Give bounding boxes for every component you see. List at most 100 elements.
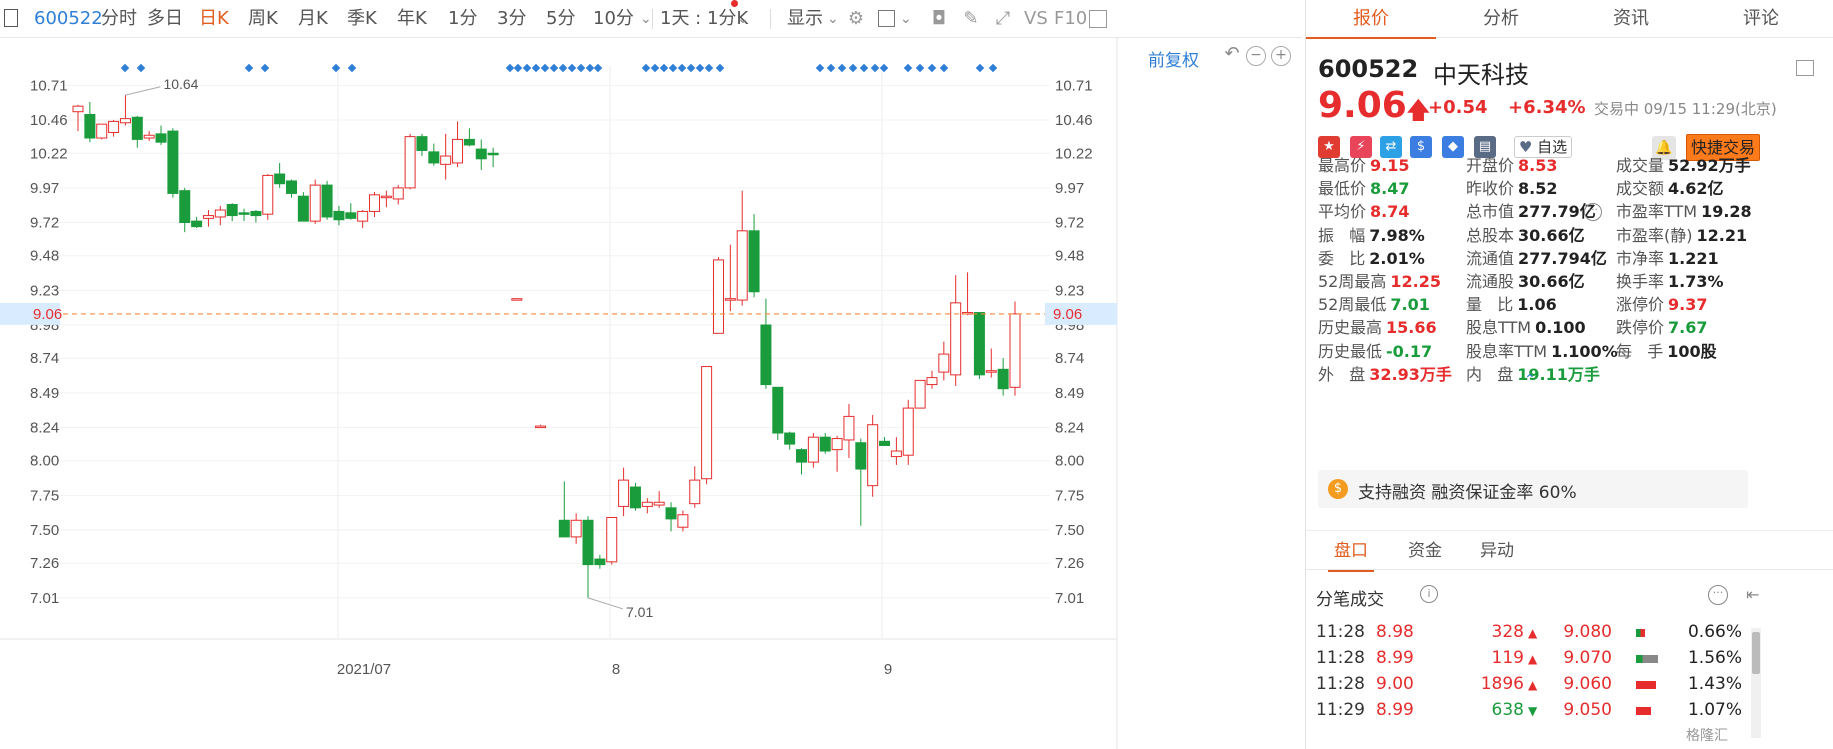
stock-code-label[interactable]: 600522 [34,0,103,38]
stat-item: 52周最低 7.01 [1318,291,1430,315]
chevron-down-icon[interactable]: ⌄ [737,0,749,38]
candle-body [712,259,724,334]
period-tab-intraday[interactable]: 分时 [101,0,137,38]
stat-value: 7.01 [1390,295,1430,315]
candle-body [333,210,345,221]
tick-level-pct: 0.66% [1687,622,1742,642]
period-tab-weekly[interactable]: 周K [248,0,278,38]
tick-level-price: 9.050 [1563,700,1612,720]
zoom-out-icon[interactable]: − [1246,46,1266,66]
period-tab-3min[interactable]: 3分 [497,0,526,38]
margin-info-box: $ 支持融资 融资保证金率 60% [1318,470,1748,508]
collapse-left-icon[interactable]: ⇤ [1746,585,1759,604]
up-arrow-icon: ▲ [1528,652,1538,666]
stat-item: 市盈率(静) 12.21 [1616,222,1747,246]
kline-chart-area[interactable]: 10.71 10.71 10.46 10.46 10.22 10.22 9.97 9.97 9.… [0,38,1302,749]
more-icon[interactable]: ··· [1584,203,1602,221]
candle-body [214,209,226,218]
camera-icon[interactable]: ◘ [928,8,950,30]
reset-icon[interactable]: ↶ [1222,45,1242,66]
tag-icon[interactable]: ◆ [1442,136,1464,158]
candle-body [285,180,297,194]
y-tick-label-right: 8.00 [1055,453,1084,470]
period-tab-5min[interactable]: 5分 [546,0,575,38]
display-menu[interactable]: 显示 [787,0,823,38]
draw-pencil-icon[interactable]: ✎ [960,8,982,30]
y-tick-label-left: 9.23 [30,282,59,299]
candle-body [357,210,369,222]
period-tab-1min[interactable]: 1分 [448,0,477,38]
stat-label: 历史最高 [1318,318,1383,338]
event-marker [686,63,696,73]
event-marker [244,63,254,73]
y-tick-label-right: 7.75 [1055,487,1084,504]
candle-body [96,123,108,139]
notification-dot [731,0,738,7]
candle-body [226,204,238,217]
panel-layout-icon[interactable] [1089,10,1107,28]
chevron-down-icon[interactable]: ⌄ [640,0,652,38]
tab-analysis[interactable]: 分析 [1436,0,1566,38]
event-marker [927,63,937,73]
settings-gear-icon[interactable]: ⚙ [845,8,867,30]
chevron-down-icon[interactable]: ⌄ [900,0,912,38]
tab-orderbook[interactable]: 盘口 [1316,531,1386,572]
tab-movement[interactable]: 异动 [1462,531,1532,571]
tab-quote[interactable]: 报价 [1306,0,1436,39]
y-tick-label-left: 8.24 [30,419,59,436]
tab-news[interactable]: 资讯 [1566,0,1696,38]
period-tab-daily[interactable]: 日K [199,0,229,38]
color-square-icon[interactable] [878,10,895,27]
tick-level-pct: 1.07% [1687,700,1742,720]
y-tick-label-left: 9.48 [30,248,59,265]
tick-volume-bar [1636,681,1656,689]
period-tab-monthly[interactable]: 月K [298,0,328,38]
scrollbar[interactable] [1751,628,1761,738]
sidebar-toggle-icon[interactable] [4,9,18,27]
zoom-in-icon[interactable]: + [1271,46,1291,66]
kline-chart[interactable]: 10.71 10.71 10.46 10.46 10.22 10.22 9.97 9.97 9.… [0,38,1302,749]
stat-label: 量 比 [1466,295,1514,315]
candle-body [463,138,475,146]
dollar-icon[interactable]: $ [1410,136,1432,158]
f10-button[interactable]: F10 [1054,0,1087,38]
candle-body [831,438,843,451]
compare-vs-button[interactable]: VS [1024,0,1048,38]
stat-item: 历史最高 15.66 [1318,314,1437,338]
adjust-forward-button[interactable]: 前复权 [1148,46,1199,71]
candle-body [570,519,582,538]
tick-trades-title: 分笔成交 [1316,590,1384,610]
stat-value: 9.37 [1668,295,1708,315]
candle-body [641,501,653,507]
chevron-up-icon[interactable]: ⌃ [1524,372,1536,388]
event-marker [549,63,559,73]
layout-icon[interactable] [1796,60,1814,76]
stat-value: 8.53 [1518,156,1558,175]
more-icon[interactable]: ··· [1708,585,1728,605]
tab-comments[interactable]: 评论 [1696,0,1826,38]
stat-value: 1.221 [1668,248,1719,268]
stat-item: 流通股 30.66亿 [1466,268,1585,292]
fullscreen-icon[interactable]: ⤢ [992,8,1014,30]
period-tab-multiday[interactable]: 多日 [147,0,183,38]
period-tab-quarterly[interactable]: 季K [347,0,377,38]
toolbar-divider [652,9,653,29]
margin-text: 支持融资 融资保证金率 60% [1358,483,1577,503]
period-tab-yearly[interactable]: 年K [397,0,427,38]
candle-body [677,514,689,528]
period-tab-10min[interactable]: 10分 [593,0,634,38]
scrollbar-thumb[interactable] [1752,632,1760,674]
stat-value: 4.62亿 [1668,179,1724,199]
event-marker [826,63,836,73]
candle-body [238,212,250,215]
stat-item: 跌停价 7.67 [1616,314,1708,338]
chevron-down-icon[interactable]: ⌄ [827,0,839,38]
event-marker [975,63,985,73]
stat-label: 外 盘 [1318,364,1366,384]
tab-capital[interactable]: 资金 [1390,531,1460,571]
event-marker [695,63,705,73]
stat-label: 跌停价 [1616,318,1665,338]
event-marker [136,63,146,73]
candle-body [84,113,96,139]
info-icon[interactable]: i [1420,585,1438,603]
